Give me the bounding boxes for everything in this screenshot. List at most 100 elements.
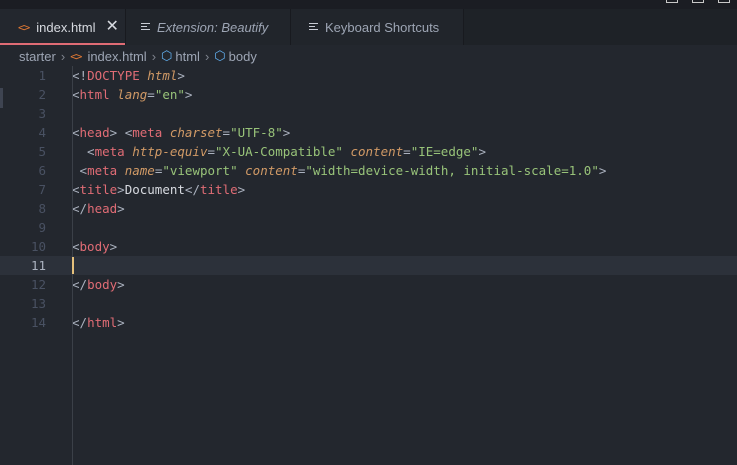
code-token: < (72, 239, 80, 254)
code-token: "X-UA-Compatible" (215, 144, 343, 159)
code-line[interactable]: 7 <title>Document</title> (0, 180, 737, 199)
breadcrumb-element-body[interactable]: ⬡ body (214, 48, 257, 64)
code-line[interactable]: 14 </html> (0, 313, 737, 332)
tab-label: index.html (36, 19, 96, 35)
code-token: meta (87, 163, 118, 178)
code-token: </ (72, 315, 88, 330)
code-token: = (222, 125, 231, 140)
line-number: 9 (38, 220, 46, 235)
text-cursor (72, 257, 74, 274)
cube-icon: ⬡ (214, 48, 226, 63)
code-text: <body> (72, 237, 117, 256)
code-token: > (478, 144, 486, 159)
tab-keyboard-shortcuts[interactable]: Keyboard Shortcuts (291, 9, 464, 45)
code-text: <title>Document</title> (72, 180, 245, 199)
code-line[interactable]: 2 <html lang="en"> (0, 85, 737, 104)
code-token: > < (109, 125, 133, 140)
code-text: </body> (72, 275, 125, 294)
chevron-right-icon: › (151, 48, 157, 64)
code-token: lang (117, 87, 148, 102)
line-number: 5 (38, 144, 46, 159)
code-token: <! (72, 68, 88, 83)
code-line[interactable]: 11 (0, 256, 737, 275)
code-token: "IE=edge" (410, 144, 479, 159)
code-line[interactable]: 1 <!DOCTYPE html> (0, 66, 737, 85)
code-line[interactable]: 13 (0, 294, 737, 313)
code-token: < (72, 144, 95, 159)
preview-icon (309, 22, 318, 32)
code-token: > (117, 315, 125, 330)
code-token: meta (132, 125, 163, 140)
code-token: charset (169, 125, 223, 140)
close-icon[interactable]: ✕ (106, 19, 119, 35)
code-token: http-equiv (132, 144, 208, 159)
vscode-window: <> index.html ✕ Extension: Beautify Keyb… (0, 0, 737, 465)
code-token: < (72, 163, 88, 178)
tab-label: Keyboard Shortcuts (325, 19, 440, 35)
breadcrumb-file[interactable]: <> index.html (70, 49, 147, 64)
code-token: > (177, 68, 185, 83)
code-text: <!DOCTYPE html> (72, 66, 185, 85)
code-text: </html> (72, 313, 125, 332)
window-control-maximize-icon[interactable] (692, 0, 704, 3)
code-token: "UTF-8" (230, 125, 283, 140)
code-editor[interactable]: 1 <!DOCTYPE html> 2 <html lang="en"> 3 4 <head… (0, 66, 737, 465)
code-token: = (403, 144, 411, 159)
tab-index-html[interactable]: <> index.html ✕ (0, 9, 126, 45)
code-line[interactable]: 4 <head> <meta charset="UTF-8"> (0, 123, 737, 142)
code-token: body (79, 239, 110, 254)
code-text: <html lang="en"> (72, 85, 192, 104)
code-token: > (282, 125, 291, 140)
code-token: > (117, 277, 125, 292)
line-number: 14 (30, 315, 46, 330)
code-token: > (117, 182, 125, 197)
code-token: html (79, 87, 110, 102)
code-line[interactable]: 8 </head> (0, 199, 737, 218)
code-token: > (117, 201, 125, 216)
preview-icon (141, 22, 150, 32)
code-line[interactable]: 12 </body> (0, 275, 737, 294)
tab-extension-beautify[interactable]: Extension: Beautify (126, 9, 291, 45)
gutter-scroll-marker (0, 88, 3, 108)
code-token: </ (72, 201, 88, 216)
code-token: head (87, 201, 118, 216)
code-token: "en" (154, 87, 185, 102)
code-line[interactable]: 3 (0, 104, 737, 123)
code-token: < (72, 87, 80, 102)
code-token: content (245, 163, 298, 178)
title-strip (0, 0, 737, 9)
code-text: </head> (72, 199, 125, 218)
code-token: > (598, 163, 607, 178)
html-file-icon: <> (70, 49, 82, 63)
code-line[interactable]: 6 <meta name="viewport" content="width=d… (0, 161, 737, 180)
code-token: > (184, 87, 193, 102)
line-number: 2 (38, 87, 46, 102)
code-line[interactable]: 9 (0, 218, 737, 237)
code-token: = (207, 144, 216, 159)
line-number: 1 (38, 68, 46, 83)
line-number: 10 (30, 239, 46, 254)
line-number: 13 (30, 296, 46, 311)
code-line[interactable]: 10 <body> (0, 237, 737, 256)
window-control-close-icon[interactable] (718, 0, 730, 3)
code-text: <meta http-equiv="X-UA-Compatible" conte… (72, 142, 486, 161)
code-token: Document (124, 182, 185, 197)
code-line[interactable]: 5 <meta http-equiv="X-UA-Compatible" con… (0, 142, 737, 161)
line-number: 12 (30, 277, 46, 292)
code-token: meta (94, 144, 125, 159)
cube-icon: ⬡ (161, 48, 173, 63)
line-number: 8 (38, 201, 46, 216)
breadcrumb-element-html[interactable]: ⬡ html (161, 48, 200, 64)
breadcrumb-folder[interactable]: starter (19, 49, 56, 64)
code-token: DOCTYPE (87, 68, 140, 83)
line-number: 4 (38, 125, 46, 140)
window-control-minimize-icon[interactable] (666, 0, 678, 3)
code-token: content (350, 144, 404, 159)
code-text: <head> <meta charset="UTF-8"> (72, 123, 290, 142)
code-token: html (147, 68, 178, 83)
code-token: html (87, 315, 118, 330)
code-token: head (79, 125, 110, 140)
